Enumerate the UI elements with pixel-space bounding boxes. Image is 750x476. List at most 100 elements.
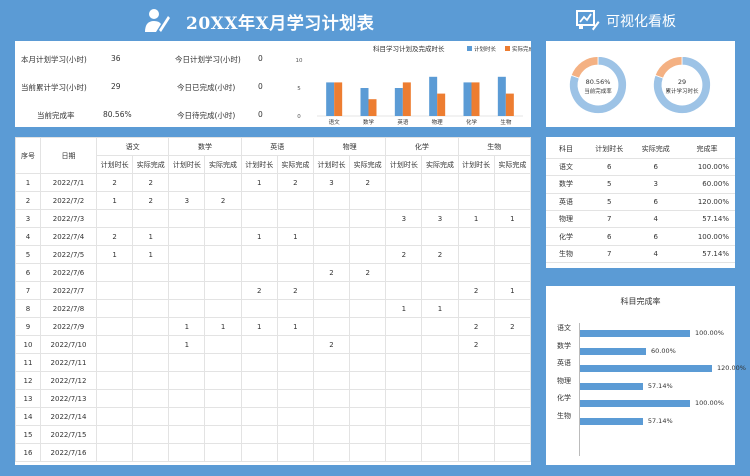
hours-cell[interactable]: 2	[493, 317, 532, 336]
hours-cell[interactable]: 1	[493, 281, 532, 300]
hours-cell[interactable]: 2	[385, 245, 423, 264]
hours-cell[interactable]	[312, 371, 351, 390]
hours-cell[interactable]	[240, 353, 278, 372]
hours-cell[interactable]	[95, 371, 134, 390]
hours-cell[interactable]: 1	[240, 227, 278, 246]
hours-cell[interactable]	[204, 227, 242, 246]
hours-cell[interactable]	[349, 209, 387, 228]
hours-cell[interactable]	[168, 263, 206, 282]
hours-cell[interactable]	[132, 443, 170, 462]
hours-cell[interactable]	[385, 425, 423, 444]
hours-cell[interactable]	[204, 335, 242, 354]
hours-cell[interactable]: 1	[95, 245, 134, 264]
hours-cell[interactable]	[421, 389, 459, 408]
row-index[interactable]: 16	[15, 443, 41, 462]
hours-cell[interactable]: 2	[240, 281, 278, 300]
hours-cell[interactable]	[421, 173, 459, 192]
row-date[interactable]: 2022/7/8	[40, 299, 97, 318]
hours-cell[interactable]	[95, 425, 134, 444]
hours-cell[interactable]	[168, 245, 206, 264]
row-date[interactable]: 2022/7/16	[40, 443, 97, 462]
hours-cell[interactable]	[457, 443, 495, 462]
hours-cell[interactable]	[95, 317, 134, 336]
hours-cell[interactable]: 2	[457, 335, 495, 354]
hours-cell[interactable]	[421, 335, 459, 354]
hours-cell[interactable]	[493, 407, 532, 426]
hours-cell[interactable]: 2	[132, 191, 170, 210]
hours-cell[interactable]	[132, 371, 170, 390]
hours-cell[interactable]	[168, 425, 206, 444]
row-date[interactable]: 2022/7/6	[40, 263, 97, 282]
hours-cell[interactable]	[312, 281, 351, 300]
hours-cell[interactable]: 1	[95, 191, 134, 210]
hours-cell[interactable]	[385, 227, 423, 246]
hours-cell[interactable]	[385, 173, 423, 192]
hours-cell[interactable]	[168, 407, 206, 426]
row-index[interactable]: 14	[15, 407, 41, 426]
hours-cell[interactable]	[421, 353, 459, 372]
hours-cell[interactable]	[421, 407, 459, 426]
hours-cell[interactable]	[457, 389, 495, 408]
row-date[interactable]: 2022/7/15	[40, 425, 97, 444]
hours-cell[interactable]	[457, 191, 495, 210]
hours-cell[interactable]	[95, 335, 134, 354]
hours-cell[interactable]	[168, 299, 206, 318]
hours-cell[interactable]	[276, 389, 314, 408]
hours-cell[interactable]	[493, 389, 532, 408]
hours-cell[interactable]: 1	[457, 209, 495, 228]
hours-cell[interactable]	[493, 299, 532, 318]
hours-cell[interactable]	[349, 371, 387, 390]
hours-cell[interactable]: 2	[276, 281, 314, 300]
hours-cell[interactable]	[95, 407, 134, 426]
hours-cell[interactable]	[240, 299, 278, 318]
hours-cell[interactable]	[421, 443, 459, 462]
hours-cell[interactable]	[312, 245, 351, 264]
row-date[interactable]: 2022/7/9	[40, 317, 97, 336]
hours-cell[interactable]	[95, 299, 134, 318]
hours-cell[interactable]	[240, 443, 278, 462]
hours-cell[interactable]: 2	[457, 317, 495, 336]
hours-cell[interactable]	[349, 191, 387, 210]
row-date[interactable]: 2022/7/14	[40, 407, 97, 426]
hours-cell[interactable]: 2	[312, 335, 351, 354]
hours-cell[interactable]	[421, 317, 459, 336]
hours-cell[interactable]	[168, 281, 206, 300]
hours-cell[interactable]	[493, 173, 532, 192]
hours-cell[interactable]	[312, 353, 351, 372]
hours-cell[interactable]	[349, 389, 387, 408]
hours-cell[interactable]	[168, 209, 206, 228]
row-index[interactable]: 2	[15, 191, 41, 210]
hours-cell[interactable]	[132, 299, 170, 318]
hours-cell[interactable]	[312, 191, 351, 210]
hours-cell[interactable]: 1	[204, 317, 242, 336]
hours-cell[interactable]: 2	[421, 245, 459, 264]
row-index[interactable]: 15	[15, 425, 41, 444]
hours-cell[interactable]	[95, 281, 134, 300]
hours-cell[interactable]	[168, 353, 206, 372]
hours-cell[interactable]	[95, 353, 134, 372]
hours-cell[interactable]	[204, 173, 242, 192]
hours-cell[interactable]: 1	[385, 299, 423, 318]
row-index[interactable]: 11	[15, 353, 41, 372]
hours-cell[interactable]	[168, 443, 206, 462]
hours-cell[interactable]: 2	[457, 281, 495, 300]
row-date[interactable]: 2022/7/4	[40, 227, 97, 246]
hours-cell[interactable]	[204, 407, 242, 426]
hours-cell[interactable]	[457, 407, 495, 426]
hours-cell[interactable]: 1	[421, 299, 459, 318]
hours-cell[interactable]: 2	[204, 191, 242, 210]
hours-cell[interactable]: 1	[132, 227, 170, 246]
hours-cell[interactable]	[276, 407, 314, 426]
row-index[interactable]: 5	[15, 245, 41, 264]
hours-cell[interactable]	[493, 263, 532, 282]
hours-cell[interactable]	[204, 353, 242, 372]
hours-cell[interactable]	[312, 389, 351, 408]
hours-cell[interactable]: 3	[168, 191, 206, 210]
hours-cell[interactable]	[457, 425, 495, 444]
hours-cell[interactable]	[240, 245, 278, 264]
row-date[interactable]: 2022/7/7	[40, 281, 97, 300]
hours-cell[interactable]: 2	[95, 227, 134, 246]
hours-cell[interactable]	[204, 443, 242, 462]
hours-cell[interactable]	[493, 443, 532, 462]
hours-cell[interactable]: 2	[276, 173, 314, 192]
